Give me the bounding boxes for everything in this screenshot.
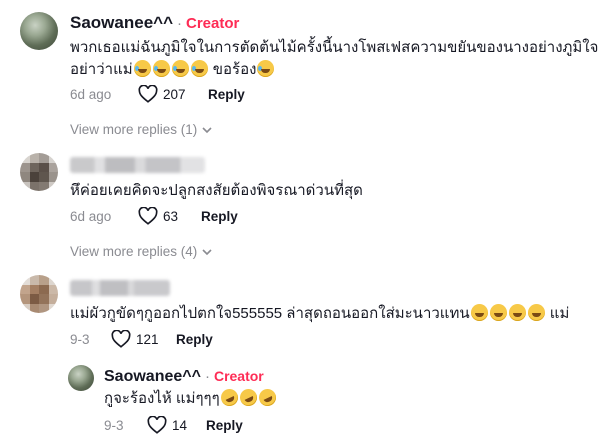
avatar[interactable] xyxy=(68,365,94,391)
like-button[interactable]: 121 xyxy=(111,330,159,348)
username-blurred xyxy=(70,157,205,173)
like-button[interactable]: 14 xyxy=(147,416,187,434)
reply-text: กูจะร้องไห้ แม่ๆๆๆ xyxy=(104,386,279,410)
comment-date: 6d ago xyxy=(70,209,112,224)
username-blurred xyxy=(70,280,170,296)
avatar[interactable] xyxy=(20,12,58,50)
tears-of-joy-emoji xyxy=(257,60,275,77)
avatar[interactable] xyxy=(20,153,58,191)
comment-date: 6d ago xyxy=(70,87,112,102)
separator-dot: · xyxy=(177,15,183,32)
reply-button[interactable]: Reply xyxy=(201,209,238,224)
avatar[interactable] xyxy=(20,275,58,313)
username[interactable]: Saowanee^^ xyxy=(104,368,201,386)
heart-icon xyxy=(138,207,158,225)
comment-1-header: Saowanee^^ · Creator xyxy=(70,13,239,33)
tears-of-joy-emoji xyxy=(152,60,170,77)
comment-3-text: แม่ผัวกูขัดๆกูออกไปตกใจ555555 ล่าสุดถอนอ… xyxy=(70,303,569,325)
like-button[interactable]: 63 xyxy=(138,207,178,225)
comment-1-text-start: อย่าว่าแม่ xyxy=(70,61,133,78)
view-more-label: View more replies (4) xyxy=(70,244,198,259)
heart-icon xyxy=(111,330,131,348)
rolling-laugh-emoji xyxy=(236,386,260,409)
view-more-replies[interactable]: View more replies (4) xyxy=(70,244,213,259)
creator-badge: Creator xyxy=(213,368,264,384)
reply-date: 9-3 xyxy=(104,418,124,433)
heart-icon xyxy=(138,85,158,103)
tears-of-joy-emoji xyxy=(133,60,151,77)
like-count: 14 xyxy=(172,417,188,433)
squinting-laugh-emoji xyxy=(489,304,507,321)
tears-of-joy-emoji xyxy=(190,60,208,77)
heart-icon xyxy=(147,416,167,434)
like-count: 63 xyxy=(163,208,179,224)
reply-header: Saowanee^^ · Creator xyxy=(104,368,264,386)
like-count: 207 xyxy=(163,86,186,102)
reply-button[interactable]: Reply xyxy=(206,418,243,433)
reply-text-start: กูจะร้องไห้ แม่ๆๆๆ xyxy=(104,390,220,407)
chevron-down-icon xyxy=(202,248,212,255)
squinting-laugh-emoji xyxy=(470,304,488,321)
rolling-laugh-emoji xyxy=(255,386,279,409)
tears-of-joy-emoji xyxy=(171,60,189,77)
reply-button[interactable]: Reply xyxy=(208,87,245,102)
rolling-laugh-emoji xyxy=(217,386,241,409)
comment-1-text-end: ขอร้อง xyxy=(212,61,257,78)
comment-1-text-line-1: พวกเธอแม่ฉันภูมิใจในการตัดต้นไม้ครั้งนี้… xyxy=(70,39,599,56)
comment-2-text: หึค่อยเคยคิดจะปลูกสงสัยต้องพิจรณาด่วนที่… xyxy=(70,182,363,199)
like-count: 121 xyxy=(136,331,159,347)
chevron-down-icon xyxy=(202,126,212,133)
creator-badge: Creator xyxy=(186,15,240,32)
comment-date: 9-3 xyxy=(70,332,90,347)
view-more-replies[interactable]: View more replies (1) xyxy=(70,122,213,137)
comment-3-text-start: แม่ผัวกูขัดๆกูออกไปตกใจ555555 ล่าสุดถอนอ… xyxy=(70,305,470,322)
view-more-label: View more replies (1) xyxy=(70,122,198,137)
like-button[interactable]: 207 xyxy=(138,85,186,103)
comment-3-text-end: แม่ xyxy=(549,305,570,322)
username[interactable]: Saowanee^^ xyxy=(70,13,173,33)
comment-1-text-line-2: อย่าว่าแม่ ขอร้อง xyxy=(70,59,275,81)
separator-dot: · xyxy=(204,368,210,385)
reply-button[interactable]: Reply xyxy=(176,332,213,347)
squinting-laugh-emoji xyxy=(508,304,526,321)
squinting-laugh-emoji xyxy=(527,304,545,321)
